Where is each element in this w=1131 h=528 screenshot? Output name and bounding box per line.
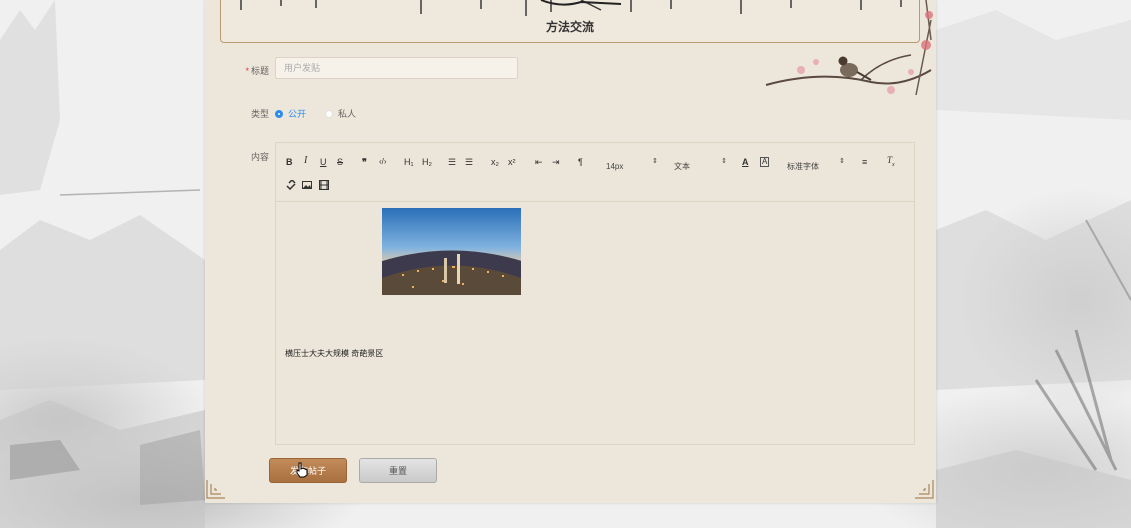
form-panel: 方法交流 *标题 类型 公开 私人 内容 B I U S [205, 0, 936, 503]
underline-button[interactable]: U [320, 157, 327, 167]
font-size-select[interactable]: 14px [606, 162, 623, 172]
radio-public-indicator [275, 109, 283, 118]
background-landscape-right [936, 10, 1131, 528]
subscript-button[interactable]: x₂ [491, 157, 499, 167]
radio-private-indicator [325, 109, 333, 118]
title-input[interactable] [275, 57, 518, 79]
image-icon[interactable] [302, 180, 312, 190]
ordered-list-button[interactable]: ☰ [448, 157, 456, 167]
content-label: 内容 [250, 152, 269, 162]
block-type-chevron-icon: ⇕ [721, 158, 727, 165]
required-mark: * [245, 66, 249, 76]
city-skyline-image [382, 208, 521, 295]
background-color-icon[interactable]: A [760, 157, 770, 167]
text-direction-button[interactable]: ¶ [578, 157, 583, 167]
radio-public[interactable]: 公开 [275, 107, 306, 120]
title-label: * 标题 [245, 66, 269, 76]
type-label: 类型 [250, 109, 269, 119]
font-family-select[interactable]: 标准字体 [787, 162, 819, 172]
hand-cursor-icon [296, 462, 308, 478]
link-icon[interactable] [286, 180, 296, 190]
code-button[interactable]: ‹/› [379, 157, 387, 167]
block-type-select[interactable]: 文本 [674, 162, 690, 172]
plum-blossom-bird-decoration [765, 0, 933, 96]
rich-text-editor: B I U S ❞ ‹/› H₁ H₂ ☰ ☰ x₂ x² ⇤ ⇥ ¶ 14px… [275, 142, 915, 445]
background-landscape-left [0, 0, 205, 528]
corner-ornament-right [915, 480, 934, 499]
corner-ornament-left [206, 480, 225, 499]
content-text: 横压士大夫大规模 奇葩景区 [285, 349, 384, 358]
font-color-icon[interactable]: A [742, 157, 749, 167]
strike-button[interactable]: S [337, 157, 343, 167]
inserted-image [382, 208, 521, 295]
bold-button[interactable]: B [286, 157, 293, 167]
bullet-list-button[interactable]: ☰ [465, 157, 473, 167]
outdent-button[interactable]: ⇤ [535, 157, 543, 167]
radio-private[interactable]: 私人 [325, 107, 356, 120]
clear-format-icon[interactable]: Tx [887, 155, 895, 170]
radio-private-label: 私人 [338, 109, 357, 119]
font-family-chevron-icon: ⇕ [839, 158, 845, 165]
indent-button[interactable]: ⇥ [552, 157, 560, 167]
font-size-chevron-icon: ⇕ [652, 158, 658, 165]
blockquote-button[interactable]: ❞ [362, 157, 367, 167]
heading-2-button[interactable]: H₂ [422, 157, 432, 167]
editor-content[interactable]: 横压士大夫大规模 奇葩景区 [276, 202, 914, 445]
reset-button[interactable]: 重置 [359, 458, 437, 483]
align-icon[interactable]: ≡ [862, 157, 867, 167]
video-icon[interactable] [319, 180, 329, 190]
heading-1-button[interactable]: H₁ [404, 157, 414, 167]
radio-public-label: 公开 [288, 109, 307, 119]
editor-toolbar: B I U S ❞ ‹/› H₁ H₂ ☰ ☰ x₂ x² ⇤ ⇥ ¶ 14px… [276, 143, 914, 202]
superscript-button[interactable]: x² [508, 157, 516, 167]
italic-button[interactable]: I [304, 156, 307, 166]
